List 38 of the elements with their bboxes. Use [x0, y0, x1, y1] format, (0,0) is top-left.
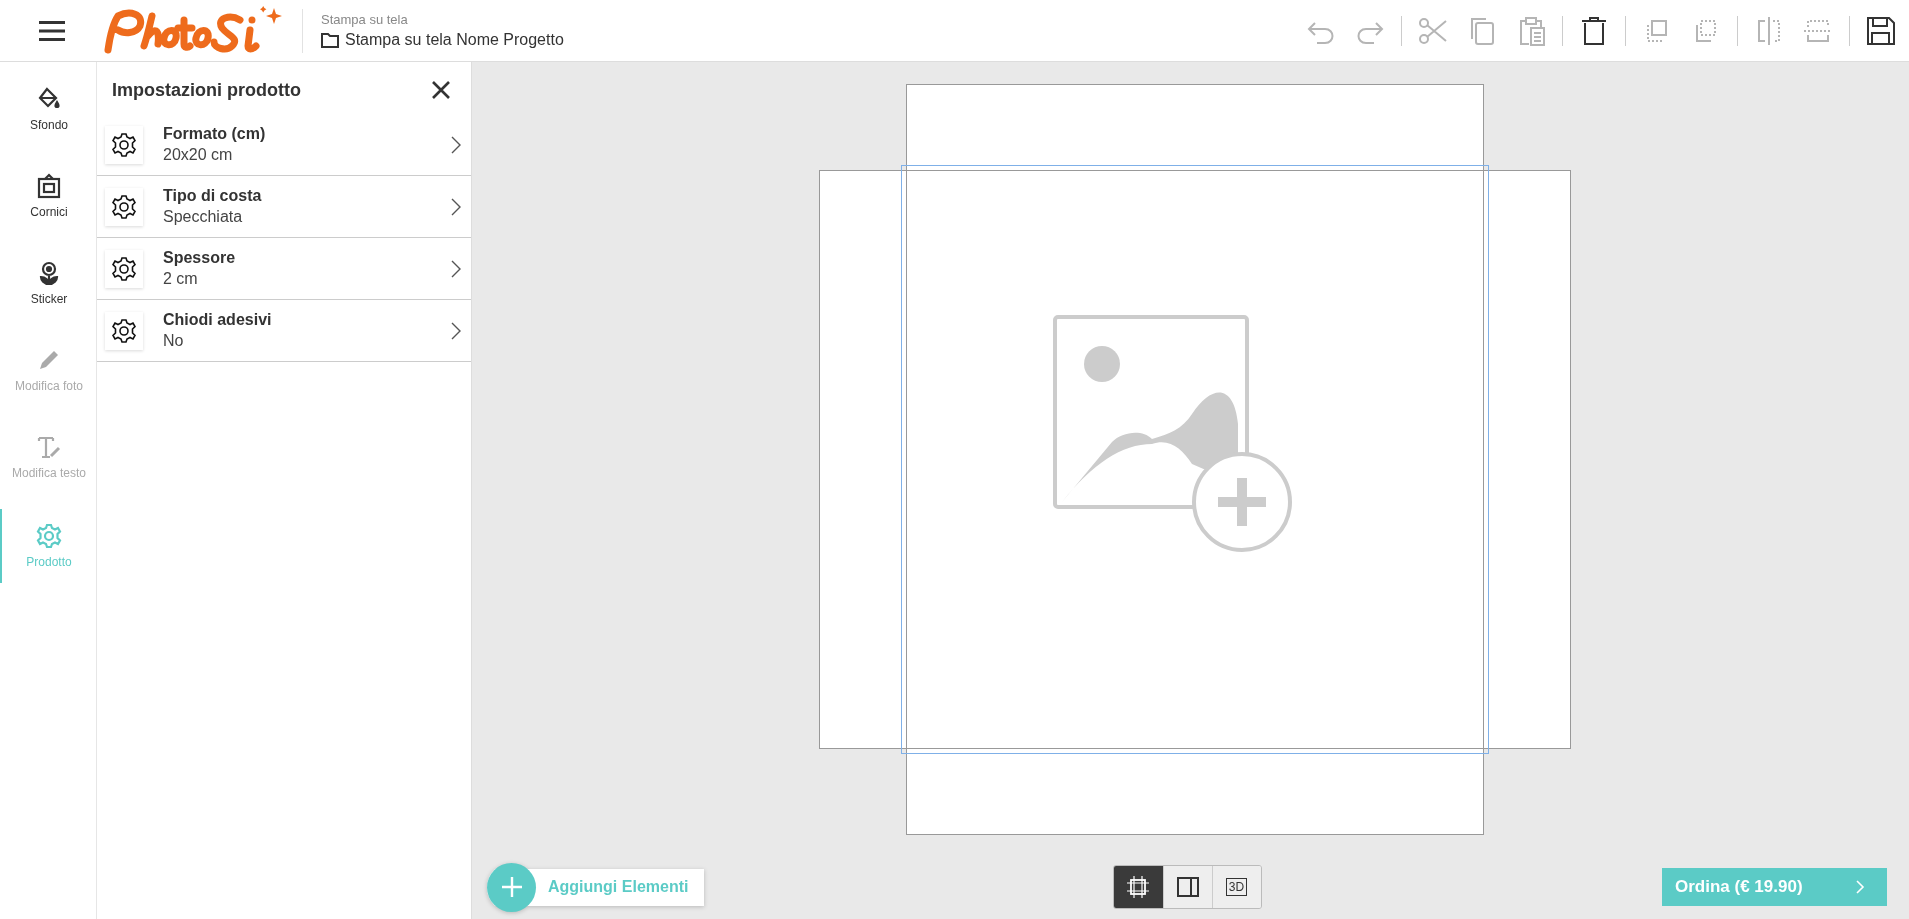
setting-label: Chiodi adesivi: [163, 311, 273, 329]
side-view-icon: [1175, 875, 1200, 899]
plus-icon: [487, 862, 536, 912]
chevron-icon: [451, 197, 461, 216]
setting-row[interactable]: Tipo di costa Specchiata: [97, 176, 471, 238]
setting-label: Spessore: [163, 249, 237, 267]
canvas-view-icon: [1126, 875, 1150, 899]
setting-label: Tipo di costa: [163, 187, 263, 205]
gear-icon: [36, 523, 62, 549]
gear-icon: [105, 249, 143, 288]
text-edit-icon: [36, 434, 62, 460]
setting-row[interactable]: Spessore 2 cm: [97, 238, 471, 300]
sidebar-item[interactable]: Sticker: [0, 256, 96, 310]
setting-value: No: [163, 332, 185, 350]
gear-icon: [105, 125, 143, 164]
panel-title: Impostazioni prodotto: [112, 79, 301, 101]
view-mode-button[interactable]: 3D: [1211, 866, 1261, 908]
setting-row[interactable]: Chiodi adesivi No: [97, 300, 471, 362]
chevron-icon: [1855, 879, 1865, 895]
chevron-icon: [451, 259, 461, 278]
sidebar-item[interactable]: Sfondo: [0, 82, 96, 136]
menu-icon: [39, 19, 65, 42]
setting-value: 20x20 cm: [163, 146, 234, 164]
chevron-icon: [451, 135, 461, 154]
gear-icon: [105, 311, 143, 350]
gear-icon: [105, 187, 143, 226]
folder-icon: [321, 32, 339, 48]
setting-value: 2 cm: [163, 270, 199, 288]
chevron-icon: [451, 321, 461, 340]
setting-label: Formato (cm): [163, 125, 267, 143]
setting-value: Specchiata: [163, 208, 244, 226]
setting-row[interactable]: Formato (cm) 20x20 cm: [97, 114, 471, 176]
project-name: Stampa su tela Nome Progetto: [345, 31, 564, 49]
picture-frame-icon: [36, 173, 62, 199]
breadcrumb-text: Stampa su tela: [321, 12, 409, 27]
sidebar-item[interactable]: Cornici: [0, 169, 96, 223]
view-mode-button[interactable]: [1162, 866, 1212, 908]
view-mode-button[interactable]: [1113, 866, 1163, 908]
